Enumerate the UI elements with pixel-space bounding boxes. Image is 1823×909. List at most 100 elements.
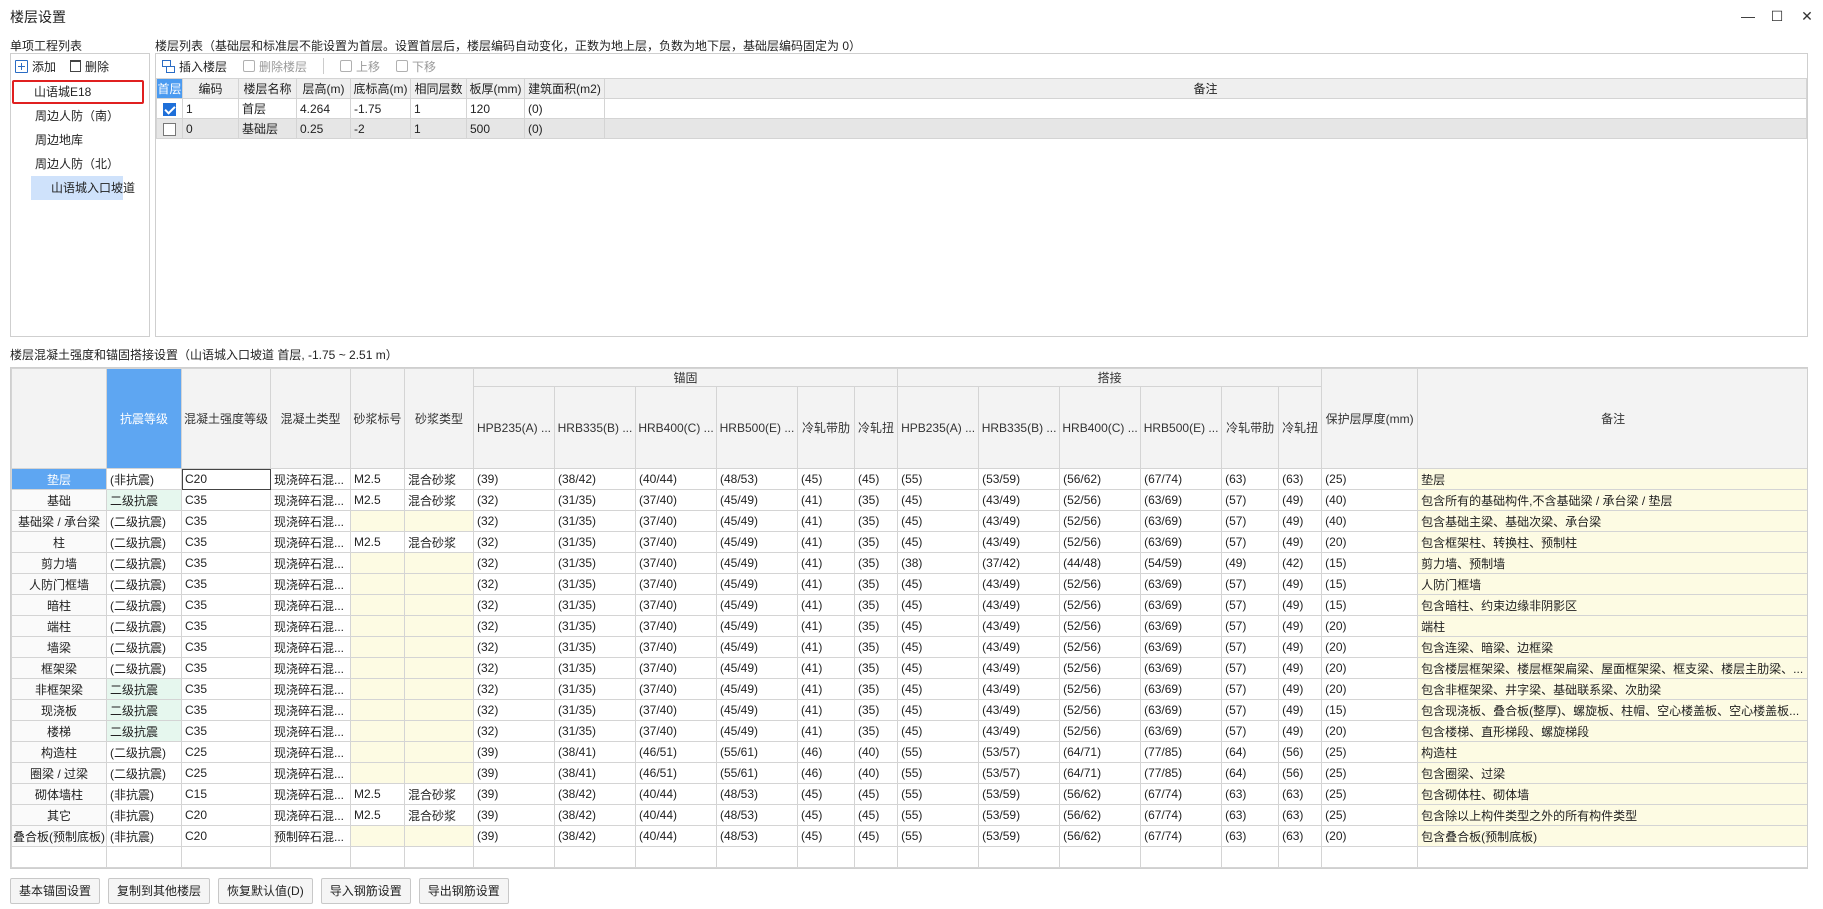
mortar-grade-cell[interactable] xyxy=(350,615,405,637)
col-header[interactable]: 楼层名称 xyxy=(238,78,297,99)
strength-cell[interactable]: C35 xyxy=(181,531,271,553)
strength-cell[interactable]: C25 xyxy=(181,762,271,784)
anchor-cell[interactable]: (45/49) xyxy=(716,720,798,742)
anchor-cell[interactable]: (31/35) xyxy=(554,531,636,553)
row-component-name[interactable]: 构造柱 xyxy=(11,741,107,763)
concrete-type-cell[interactable]: 现浇碎石混... xyxy=(270,657,351,679)
first-floor-checkbox[interactable] xyxy=(163,102,176,116)
col-header-lap-cold-ribbed[interactable]: 冷轧带肋 xyxy=(1221,386,1280,469)
anchor-cell[interactable]: (37/40) xyxy=(635,720,717,742)
lap-cell[interactable]: (45) xyxy=(897,531,980,553)
lap-cell[interactable]: (57) xyxy=(1221,615,1280,637)
seismic-cell[interactable]: 二级抗震 xyxy=(106,699,182,721)
anchor-cell[interactable]: (45/49) xyxy=(716,531,798,553)
lap-cell[interactable]: (52/56) xyxy=(1059,573,1142,595)
anchor-cell[interactable]: (45/49) xyxy=(716,510,798,532)
mortar-grade-cell[interactable] xyxy=(350,594,405,616)
floor-code[interactable]: 1 xyxy=(182,98,239,119)
mortar-grade-cell[interactable] xyxy=(350,720,405,742)
mortar-type-cell[interactable] xyxy=(404,510,474,532)
restore-defaults-button[interactable]: 恢复默认值(D) xyxy=(218,878,313,904)
add-project-button[interactable]: 添加 xyxy=(15,58,56,75)
strength-cell[interactable]: C20 xyxy=(181,804,271,826)
lap-cell[interactable]: (52/56) xyxy=(1059,678,1142,700)
anchor-cell[interactable]: (41) xyxy=(797,678,855,700)
row-component-name[interactable]: 砌体墙柱 xyxy=(11,783,107,805)
concrete-type-cell[interactable]: 现浇碎石混... xyxy=(270,804,351,826)
lap-cell[interactable]: (37/42) xyxy=(978,552,1061,574)
mortar-grade-cell[interactable] xyxy=(350,762,405,784)
lap-cell[interactable]: (63/69) xyxy=(1140,657,1223,679)
col-header-cover[interactable]: 保护层厚度(mm) xyxy=(1321,368,1419,469)
settings-row[interactable]: 基础 二级抗震 C35 现浇碎石混... M2.5 混合砂浆 (32) (31/35) (37/… xyxy=(11,489,1807,511)
anchor-cell[interactable]: (38/41) xyxy=(554,741,636,763)
lap-cell[interactable]: (43/49) xyxy=(978,489,1061,511)
note-cell[interactable]: 人防门框墙 xyxy=(1417,573,1807,595)
lap-cell[interactable]: (45) xyxy=(897,657,980,679)
anchor-cell[interactable]: (31/35) xyxy=(554,510,636,532)
row-component-name[interactable]: 基础 xyxy=(11,489,107,511)
anchor-cell[interactable]: (55/61) xyxy=(716,741,798,763)
anchor-cell[interactable]: (32) xyxy=(473,531,555,553)
anchor-cell[interactable]: (46/51) xyxy=(635,741,717,763)
note-cell[interactable]: 包含框架柱、转换柱、预制柱 xyxy=(1417,531,1807,553)
seismic-cell[interactable]: (二级抗震) xyxy=(106,762,182,784)
lap-cell[interactable]: (63/69) xyxy=(1140,678,1223,700)
lap-cell[interactable]: (57) xyxy=(1221,657,1280,679)
delete-floor-button[interactable]: 删除楼层 xyxy=(243,58,307,75)
floor-same[interactable]: 1 xyxy=(410,118,467,139)
col-header-lap-cold-twisted[interactable]: 冷轧扭 xyxy=(1278,386,1323,469)
lap-cell[interactable]: (43/49) xyxy=(978,531,1061,553)
lap-cell[interactable]: (49) xyxy=(1278,657,1323,679)
cover-cell[interactable]: (20) xyxy=(1321,531,1419,553)
lap-cell[interactable]: (77/85) xyxy=(1140,741,1223,763)
lap-cell[interactable]: (56/62) xyxy=(1059,783,1142,805)
mortar-grade-cell[interactable]: M2.5 xyxy=(350,468,405,490)
strength-cell[interactable]: C35 xyxy=(181,657,271,679)
settings-row[interactable]: 构造柱 (二级抗震) C25 现浇碎石混... (39) (38/41) (46/51) (5… xyxy=(11,741,1807,763)
settings-row[interactable]: 框架梁 (二级抗震) C35 现浇碎石混... (32) (31/35) (37/40) (4… xyxy=(11,657,1807,679)
anchor-cell[interactable]: (40/44) xyxy=(635,825,717,847)
cover-cell[interactable]: (20) xyxy=(1321,825,1419,847)
project-item[interactable]: 山语城E18 xyxy=(12,80,144,104)
lap-cell[interactable]: (43/49) xyxy=(978,573,1061,595)
lap-cell[interactable]: (57) xyxy=(1221,636,1280,658)
mortar-type-cell[interactable] xyxy=(404,762,474,784)
row-component-name[interactable]: 暗柱 xyxy=(11,594,107,616)
floor-code[interactable]: 0 xyxy=(182,118,239,139)
lap-cell[interactable]: (52/56) xyxy=(1059,510,1142,532)
concrete-type-cell[interactable]: 现浇碎石混... xyxy=(270,636,351,658)
cover-cell[interactable]: (20) xyxy=(1321,720,1419,742)
lap-cell[interactable]: (57) xyxy=(1221,489,1280,511)
anchor-cell[interactable]: (41) xyxy=(797,489,855,511)
cover-cell[interactable]: (25) xyxy=(1321,783,1419,805)
lap-cell[interactable]: (56) xyxy=(1278,741,1323,763)
row-component-name[interactable]: 圈梁 / 过梁 xyxy=(11,762,107,784)
strength-cell[interactable]: C35 xyxy=(181,573,271,595)
anchor-cell[interactable]: (35) xyxy=(853,510,899,532)
cover-cell[interactable]: (20) xyxy=(1321,615,1419,637)
lap-cell[interactable]: (52/56) xyxy=(1059,699,1142,721)
anchor-cell[interactable]: (41) xyxy=(797,510,855,532)
copy-to-floors-button[interactable]: 复制到其他楼层 xyxy=(108,878,211,904)
mortar-type-cell[interactable] xyxy=(404,825,474,847)
note-cell[interactable]: 剪力墙、预制墙 xyxy=(1417,552,1807,574)
lap-cell[interactable]: (54/59) xyxy=(1140,552,1223,574)
anchor-cell[interactable]: (32) xyxy=(473,636,555,658)
cover-cell[interactable]: (15) xyxy=(1321,573,1419,595)
mortar-type-cell[interactable] xyxy=(404,573,474,595)
floor-height[interactable]: 0.25 xyxy=(296,118,351,139)
export-rebar-settings-button[interactable]: 导出钢筋设置 xyxy=(418,878,509,904)
floor-row[interactable]: 0 基础层 0.25 -2 1 500 (0) xyxy=(156,118,1807,139)
row-component-name[interactable]: 框架梁 xyxy=(11,657,107,679)
lap-cell[interactable]: (44/48) xyxy=(1059,552,1142,574)
lap-cell[interactable]: (63/69) xyxy=(1140,720,1223,742)
col-header-note[interactable]: 备注 xyxy=(1417,368,1807,469)
anchor-cell[interactable]: (45) xyxy=(797,783,855,805)
col-header-strength[interactable]: 混凝土强度等级 xyxy=(181,368,271,469)
seismic-cell[interactable]: 二级抗震 xyxy=(106,720,182,742)
col-header[interactable]: 编码 xyxy=(182,78,239,99)
move-up-button[interactable]: 上移 xyxy=(340,58,380,75)
note-cell[interactable]: 包含叠合板(预制底板) xyxy=(1417,825,1807,847)
lap-cell[interactable]: (53/59) xyxy=(978,783,1061,805)
